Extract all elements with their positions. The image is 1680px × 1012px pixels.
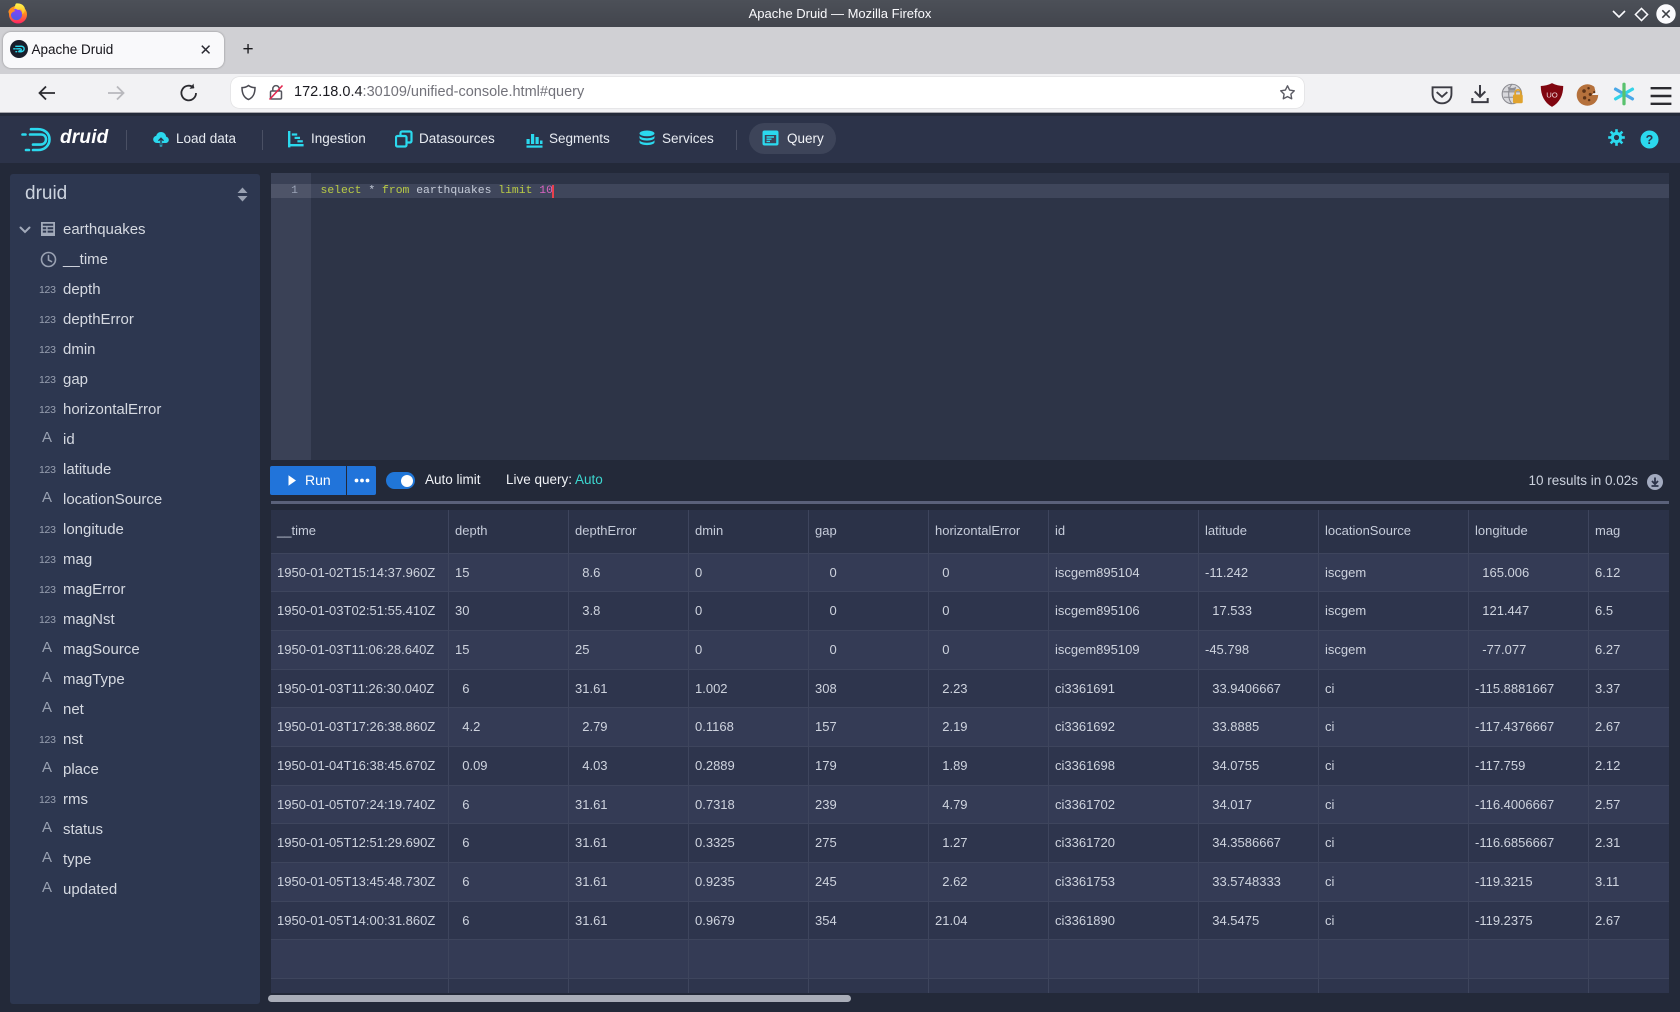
svg-text:UO: UO — [1546, 90, 1558, 99]
svg-text:?: ? — [1646, 133, 1654, 147]
